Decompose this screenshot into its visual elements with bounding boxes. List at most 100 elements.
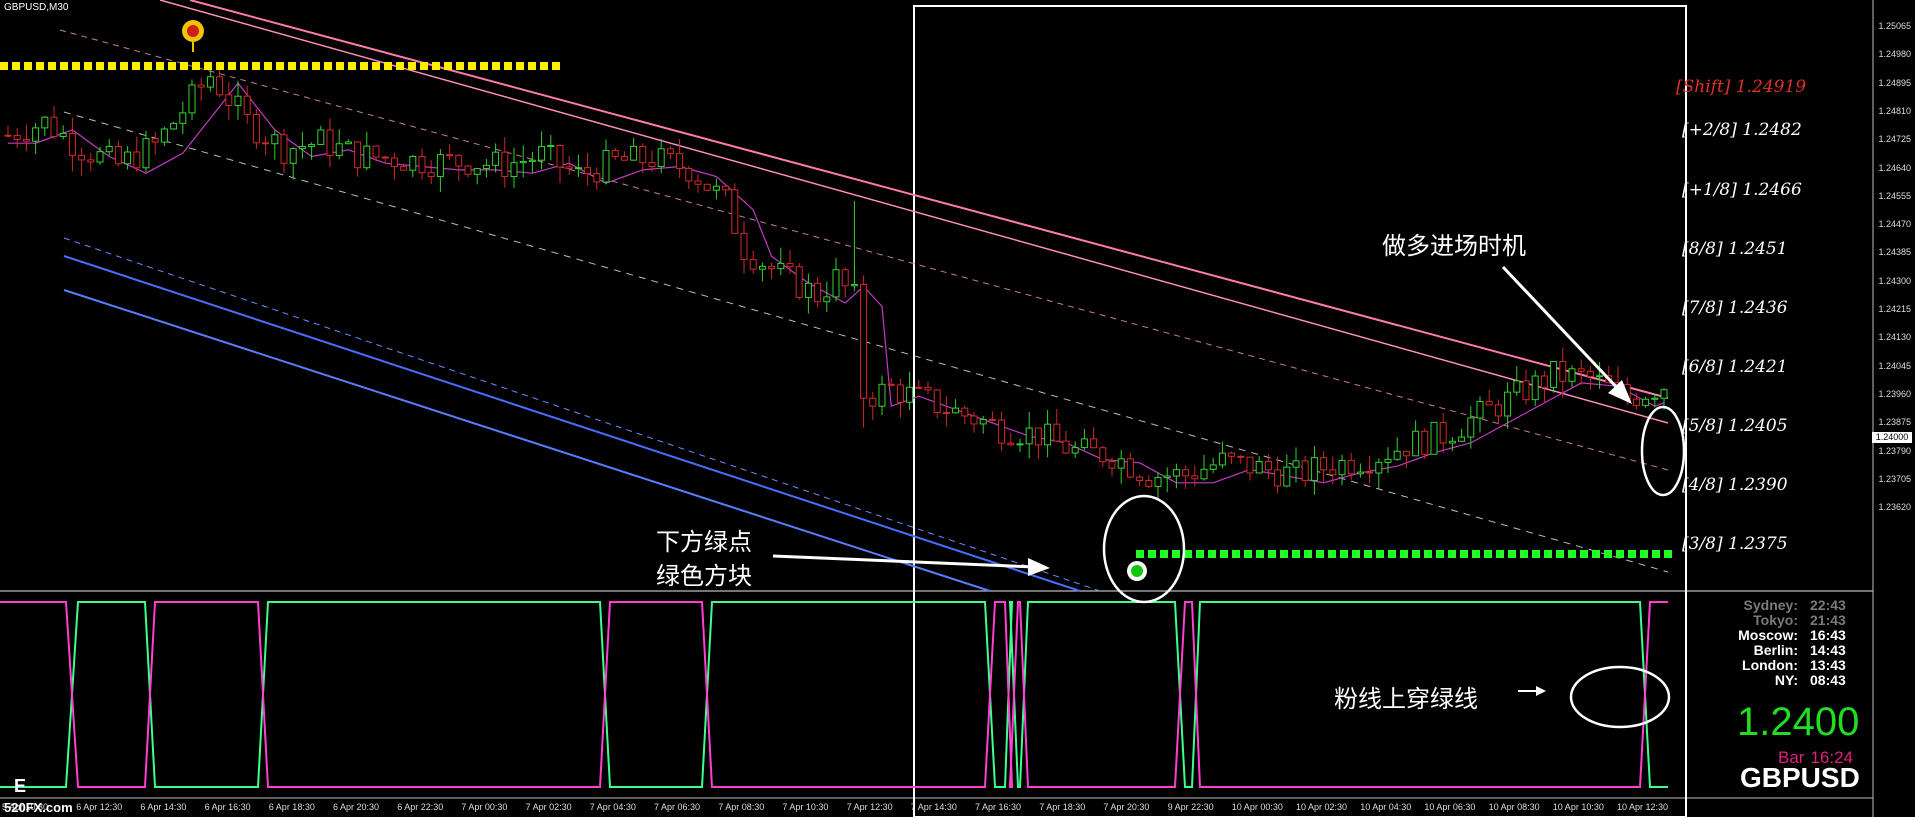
- candle-body: [1200, 468, 1208, 480]
- candle-body: [1642, 398, 1650, 406]
- candle-body: [1292, 460, 1300, 468]
- support-block: [1376, 550, 1384, 558]
- candle-body: [988, 418, 996, 421]
- resistance-block: [228, 62, 236, 70]
- resistance-block: [384, 62, 392, 70]
- price-axis-tick: 1.24555: [1878, 190, 1911, 201]
- candle-body: [142, 138, 150, 169]
- support-block: [1604, 550, 1612, 558]
- candle-body: [1375, 461, 1383, 474]
- resistance-block: [300, 62, 308, 70]
- time-axis-tick: 7 Apr 14:30: [910, 802, 957, 812]
- murrey-level-label: [5/8] 1.2405: [1682, 416, 1788, 436]
- support-block: [1472, 550, 1480, 558]
- clock-time: 21:43: [1810, 612, 1846, 628]
- support-block: [1400, 550, 1408, 558]
- candle-body: [1632, 398, 1640, 406]
- cross-note: 粉线上穿绿线: [1334, 685, 1478, 713]
- support-block: [1208, 550, 1216, 558]
- price-axis-tick: 1.24385: [1878, 247, 1911, 258]
- candle-body: [1651, 397, 1659, 400]
- entry-circle: [1640, 405, 1686, 497]
- time-axis-tick: 6 Apr 18:30: [268, 802, 315, 812]
- resistance-block: [504, 62, 512, 70]
- resistance-block: [432, 62, 440, 70]
- candle-body: [758, 265, 766, 270]
- support-block: [1148, 550, 1156, 558]
- support-block: [1244, 550, 1252, 558]
- candle-body: [225, 94, 233, 106]
- support-block: [1196, 550, 1204, 558]
- candle-body: [648, 162, 656, 168]
- support-block: [1268, 550, 1276, 558]
- candle-body: [289, 148, 297, 164]
- candle-body: [740, 232, 748, 261]
- candle-body: [418, 155, 426, 174]
- candle-body: [1338, 459, 1346, 476]
- candle-body: [317, 129, 325, 145]
- time-axis-tick: 10 Apr 12:30: [1617, 802, 1669, 812]
- candle-body: [1007, 442, 1015, 446]
- candle-body: [841, 269, 849, 287]
- candle-body: [832, 269, 840, 298]
- support-block: [1388, 550, 1396, 558]
- candle-body: [556, 144, 564, 168]
- lower-channel-line-2: [63, 289, 991, 592]
- price-axis-tick: 1.24725: [1878, 134, 1911, 145]
- support-block: [1640, 550, 1648, 558]
- upper-channel-line: [189, 0, 1669, 399]
- candle-body: [620, 156, 628, 161]
- murrey-level-label: [7/8] 1.2436: [1682, 298, 1788, 318]
- candle-body: [1347, 459, 1355, 475]
- candle-body: [712, 185, 720, 191]
- candle-body: [1660, 389, 1668, 399]
- candle-body: [473, 168, 481, 175]
- candle-body: [308, 143, 316, 148]
- time-axis-tick: 7 Apr 20:30: [1103, 802, 1150, 812]
- candle-body: [22, 139, 30, 142]
- candle-body: [1283, 466, 1291, 487]
- chart-symbol-label: GBPUSD,M30: [4, 2, 69, 13]
- candle-body: [1099, 447, 1107, 463]
- candle-body: [1550, 360, 1558, 388]
- candle-body: [602, 149, 610, 183]
- bottom-signal-core: [1131, 565, 1143, 577]
- support-block: [1160, 550, 1168, 558]
- candle-body: [1531, 375, 1539, 401]
- candle-body: [1274, 469, 1282, 487]
- candle-body: [722, 185, 730, 191]
- support-block: [1580, 550, 1588, 558]
- candle-body: [446, 154, 454, 157]
- support-block: [1232, 550, 1240, 558]
- candle-body: [584, 167, 592, 175]
- candle-body: [354, 141, 362, 169]
- candle-body: [206, 76, 214, 88]
- candle-body: [41, 116, 49, 129]
- time-axis-tick: 7 Apr 12:30: [846, 802, 893, 812]
- support-block: [1448, 550, 1456, 558]
- candle-body: [906, 386, 914, 403]
- time-axis-tick: 10 Apr 02:30: [1296, 802, 1348, 812]
- candle-body: [1053, 423, 1061, 442]
- support-block: [1220, 550, 1228, 558]
- time-axis-tick: 7 Apr 04:30: [589, 802, 636, 812]
- price-chart[interactable]: [0, 0, 1915, 817]
- resistance-block: [168, 62, 176, 70]
- resistance-block: [492, 62, 500, 70]
- candle-body: [492, 151, 500, 166]
- time-axis-tick: 10 Apr 04:30: [1360, 802, 1412, 812]
- support-block: [1352, 550, 1360, 558]
- resistance-block: [420, 62, 428, 70]
- candle-body: [1228, 452, 1236, 457]
- resistance-block: [108, 62, 116, 70]
- resistance-block: [240, 62, 248, 70]
- candle-body: [510, 162, 518, 178]
- price-axis-tick: 1.23875: [1878, 417, 1911, 428]
- time-axis-tick: 10 Apr 00:30: [1231, 802, 1283, 812]
- candle-body: [87, 159, 95, 163]
- support-block: [1340, 550, 1348, 558]
- support-block: [1520, 550, 1528, 558]
- candle-body: [1182, 469, 1190, 477]
- price-axis-tick: 1.24300: [1878, 275, 1911, 286]
- candle-body: [151, 138, 159, 143]
